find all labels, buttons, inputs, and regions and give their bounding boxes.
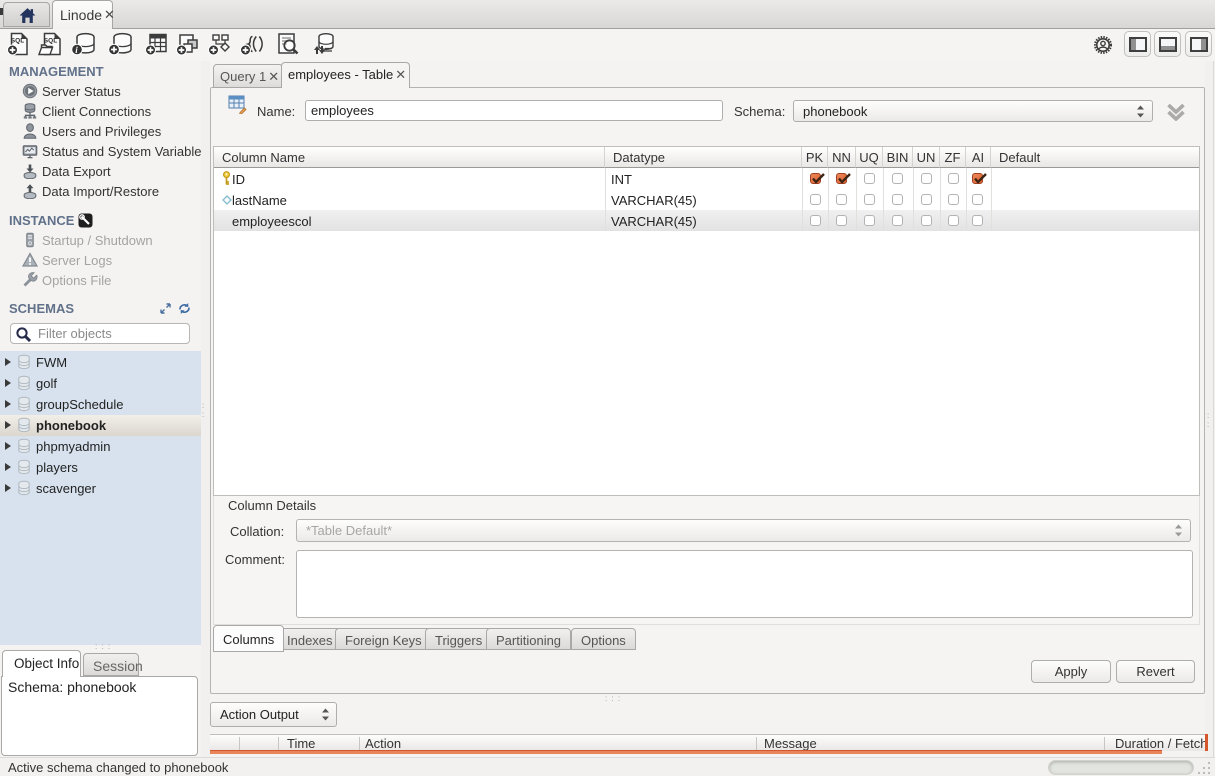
- svg-text:SQL: SQL: [44, 38, 57, 45]
- svg-text:SQL: SQL: [11, 38, 24, 45]
